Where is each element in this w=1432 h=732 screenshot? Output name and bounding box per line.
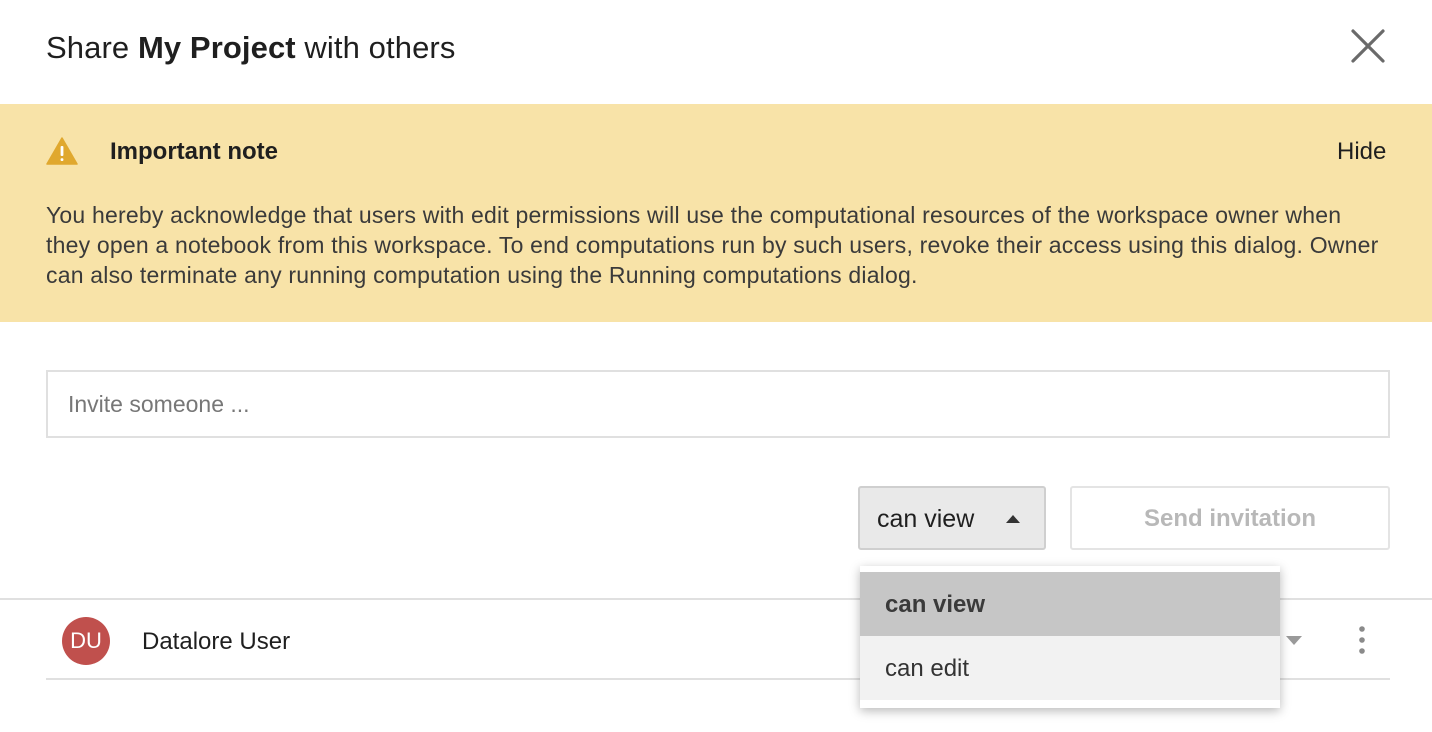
title-prefix: Share bbox=[46, 30, 138, 65]
send-invitation-button[interactable]: Send invitation bbox=[1070, 486, 1390, 550]
chevron-down-icon[interactable] bbox=[1286, 636, 1302, 645]
caret-up-icon bbox=[1006, 515, 1020, 523]
warning-icon bbox=[46, 137, 78, 165]
dialog-header: Share My Project with others bbox=[0, 0, 1432, 104]
option-can-edit[interactable]: can edit bbox=[860, 636, 1280, 700]
close-icon[interactable] bbox=[1346, 24, 1390, 68]
permission-dropdown-menu: can view can edit bbox=[860, 566, 1280, 708]
note-title: Important note bbox=[110, 138, 278, 165]
avatar: DU bbox=[62, 617, 110, 665]
send-invitation-label: Send invitation bbox=[1143, 505, 1316, 532]
permission-select[interactable]: can view bbox=[858, 486, 1046, 550]
dialog-title: Share My Project with others bbox=[46, 30, 455, 66]
option-label: can edit bbox=[885, 655, 970, 682]
project-name: My Project bbox=[137, 30, 296, 65]
option-label: can view bbox=[885, 591, 986, 618]
more-options-icon[interactable] bbox=[1352, 624, 1372, 656]
invite-input[interactable] bbox=[46, 370, 1390, 438]
option-can-view[interactable]: can view bbox=[860, 572, 1280, 636]
user-name: Datalore User bbox=[142, 628, 291, 655]
title-suffix: with others bbox=[295, 30, 456, 65]
note-text: You hereby acknowledge that users with e… bbox=[46, 202, 1379, 288]
hide-note-button[interactable]: Hide bbox=[1337, 138, 1386, 166]
permission-select-label: can view bbox=[877, 505, 975, 533]
